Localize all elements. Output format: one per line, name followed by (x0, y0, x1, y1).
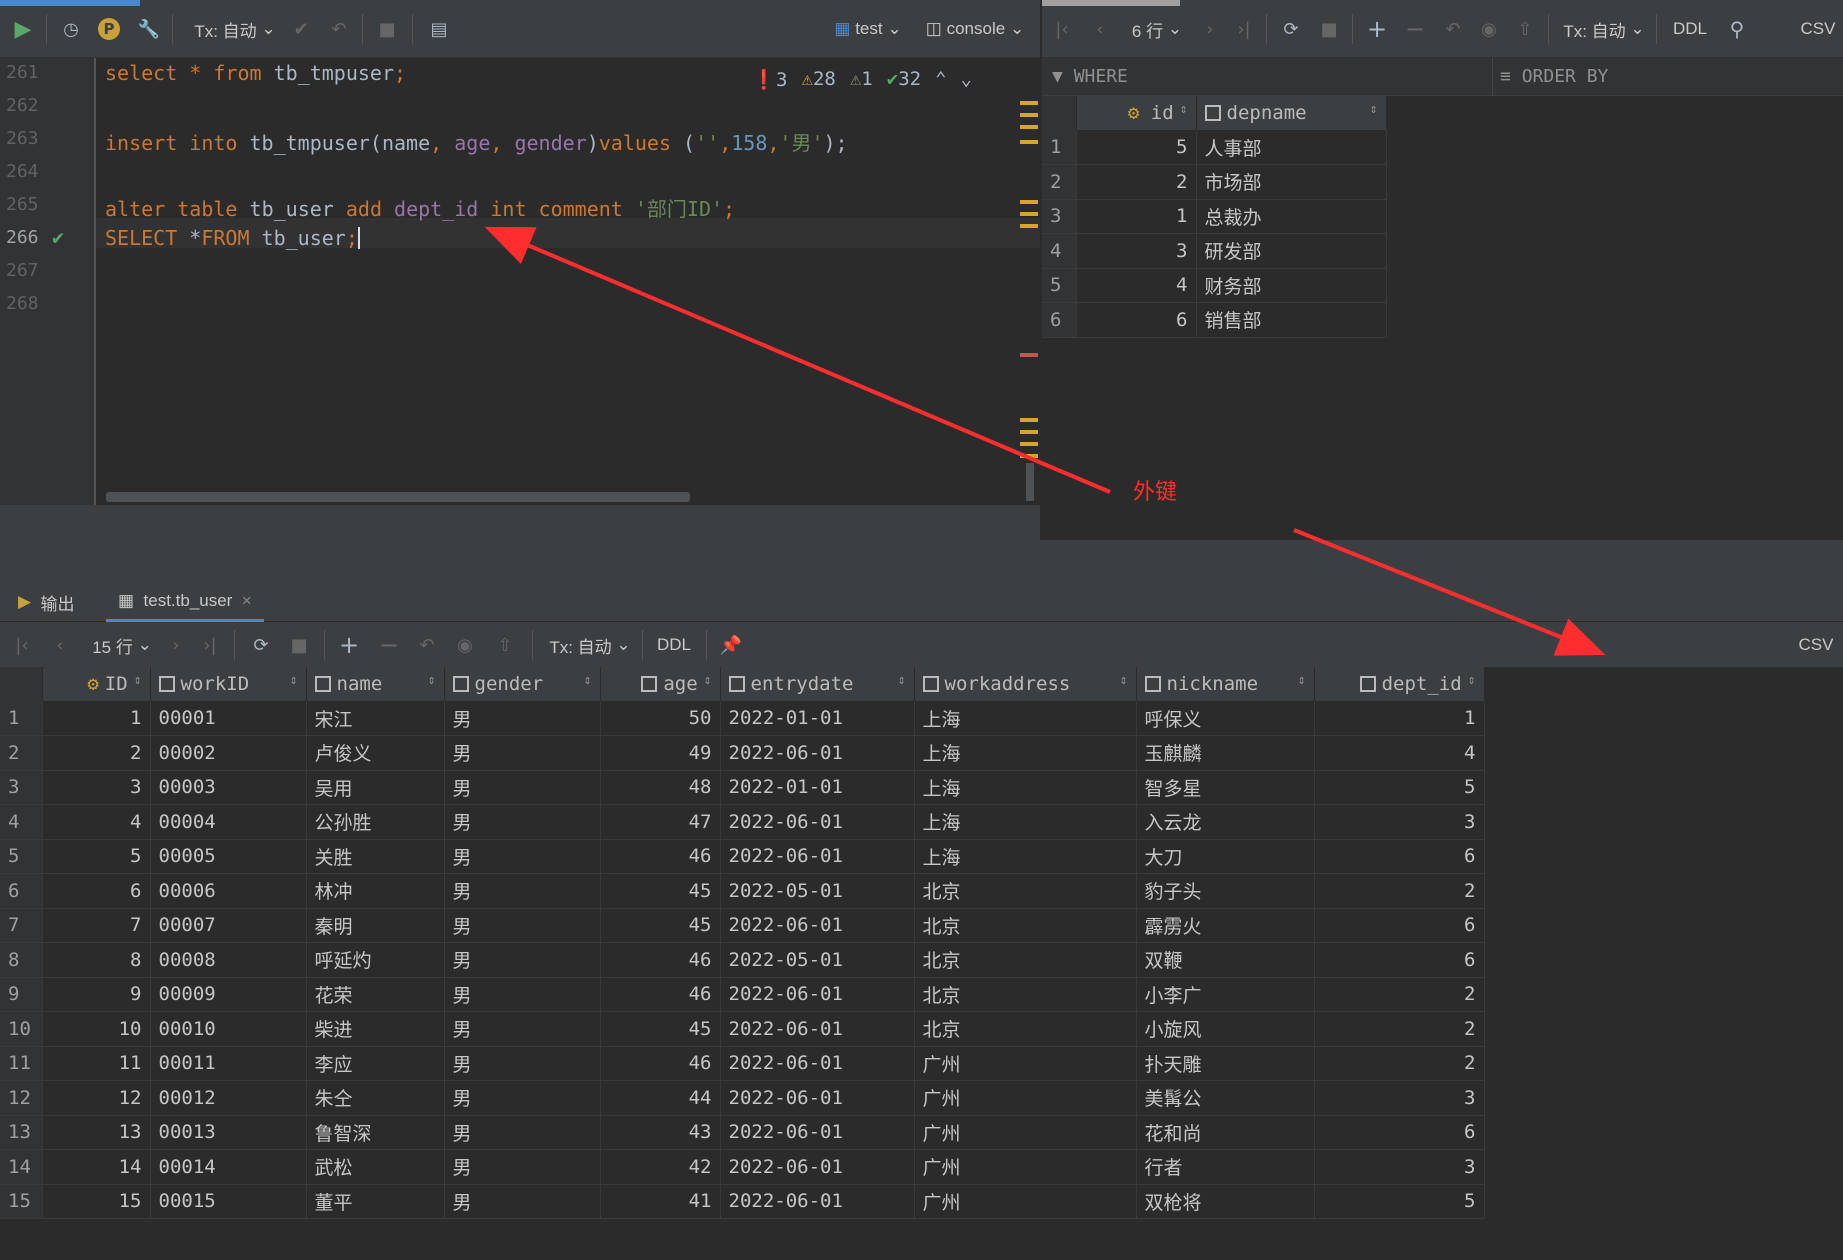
arrow-to-dept-id-column-in-code (484, 226, 1111, 494)
arrow-to-dept-id-header (1293, 528, 1606, 656)
annotation-arrows (484, 226, 1606, 656)
